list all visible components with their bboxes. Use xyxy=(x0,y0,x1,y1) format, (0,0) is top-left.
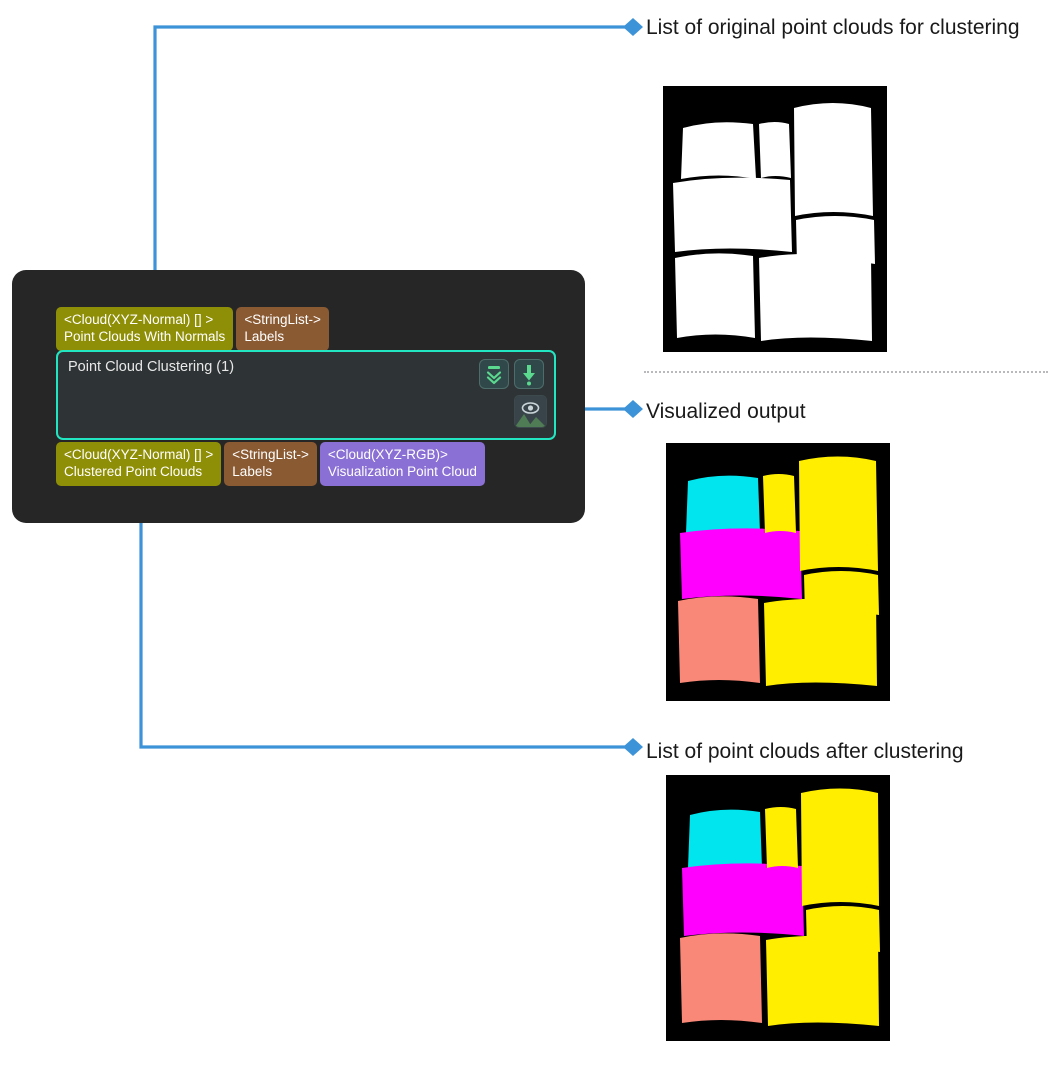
port-name-label: Labels xyxy=(244,328,285,344)
input-port-labels[interactable]: <StringList-> Labels xyxy=(236,307,329,351)
port-name-label: Labels xyxy=(232,463,273,479)
collapse-button[interactable] xyxy=(479,359,509,389)
node-title: Point Cloud Clustering (1) xyxy=(68,359,235,375)
annotation-2-diamond xyxy=(623,400,643,418)
image-visualized-point-cloud xyxy=(666,443,890,701)
node-input-ports: <Cloud(XYZ-Normal) [] > Point Clouds Wit… xyxy=(56,307,329,351)
port-name-label: Visualization Point Cloud xyxy=(327,463,477,479)
port-type-label: <Cloud(XYZ-Normal) [] > xyxy=(64,312,214,327)
port-name-label: Clustered Point Clouds xyxy=(64,463,203,479)
annotation-clustered-point-clouds: List of point clouds after clustering xyxy=(646,740,964,763)
collapse-chevrons-down-icon xyxy=(486,366,502,385)
connector-lines xyxy=(131,18,643,756)
download-button[interactable] xyxy=(514,359,544,389)
port-name-label: Point Clouds With Normals xyxy=(64,328,226,344)
annotation-original-point-clouds: List of original point clouds for cluste… xyxy=(646,16,1020,39)
download-arrow-down-icon xyxy=(523,365,535,386)
node-body[interactable]: Point Cloud Clustering (1) xyxy=(56,350,556,440)
annotation-1-diamond xyxy=(623,18,643,36)
clustered-point-cloud-render xyxy=(666,775,890,1041)
node-graph-panel: <Cloud(XYZ-Normal) [] > Point Clouds Wit… xyxy=(12,270,585,523)
output-port-visualization-point-cloud[interactable]: <Cloud(XYZ-RGB)> Visualization Point Clo… xyxy=(319,442,485,486)
image-original-point-cloud xyxy=(663,86,887,352)
output-port-labels[interactable]: <StringList-> Labels xyxy=(224,442,317,486)
image-clustered-point-cloud xyxy=(666,775,890,1041)
port-type-label: <Cloud(XYZ-Normal) [] > xyxy=(64,447,214,462)
port-type-label: <StringList-> xyxy=(232,447,309,462)
node-output-ports: <Cloud(XYZ-Normal) [] > Clustered Point … xyxy=(56,442,485,486)
input-port-point-clouds-with-normals[interactable]: <Cloud(XYZ-Normal) [] > Point Clouds Wit… xyxy=(56,307,234,351)
visualized-point-cloud-render xyxy=(666,443,890,701)
section-divider xyxy=(644,371,1048,373)
annotation-3-diamond xyxy=(623,738,643,756)
original-point-cloud-render xyxy=(663,86,887,352)
output-port-clustered-point-clouds[interactable]: <Cloud(XYZ-Normal) [] > Clustered Point … xyxy=(56,442,222,486)
port-type-label: <StringList-> xyxy=(244,312,321,327)
preview-visualization-button[interactable] xyxy=(514,395,547,428)
port-type-label: <Cloud(XYZ-RGB)> xyxy=(327,447,448,462)
image-preview-eye-icon xyxy=(515,396,546,427)
annotation-visualized-output: Visualized output xyxy=(646,400,806,423)
